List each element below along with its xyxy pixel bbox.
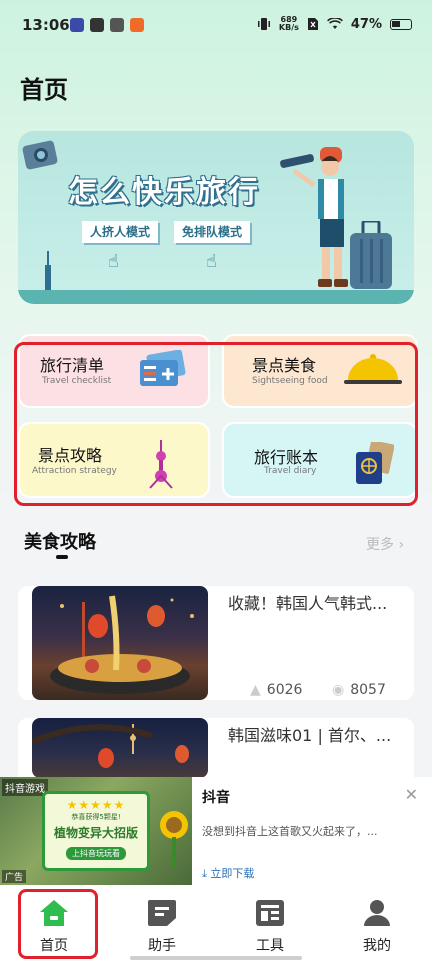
net-speed: 689 KB/s xyxy=(279,16,299,32)
app-notification-icon xyxy=(90,18,104,32)
ad-game-board: ★★★★★ 恭喜获得5颗星! 植物变异大招版 上抖音玩玩看 xyxy=(42,791,150,871)
ad-brand-tag: 抖音游戏 xyxy=(2,779,48,796)
pointer-hand-icon: ☝ xyxy=(206,251,217,272)
tools-icon xyxy=(256,900,284,926)
notification-icons xyxy=(70,18,144,32)
article-thumbnail xyxy=(32,586,208,700)
camera-icon xyxy=(22,140,58,170)
article-card[interactable]: 韩国滋味01 | 首尔、... xyxy=(18,718,414,778)
pointer-hand-icon: ☝ xyxy=(108,251,119,272)
article-card[interactable]: 收藏！韩国人气韩式... ▲ 6026 ◉ 8057 xyxy=(18,586,414,700)
eye-icon: ◉ xyxy=(332,682,345,698)
assistant-icon xyxy=(148,900,176,926)
chevron-right-icon: › xyxy=(398,537,405,553)
sim-icon xyxy=(307,18,318,30)
article-title: 韩国滋味01 | 首尔、... xyxy=(228,726,392,745)
app-notification-icon xyxy=(130,18,144,32)
hero-banner[interactable]: 怎么快乐旅行 人挤人模式 免排队模式 ☝ ☝ xyxy=(18,131,414,304)
nav-label: 助手 xyxy=(148,938,176,954)
section-title: 美食攻略 xyxy=(24,532,96,553)
city-photo-illustration xyxy=(32,724,189,768)
app-notification-icon xyxy=(70,18,84,32)
banner-ground xyxy=(18,290,414,304)
ad-image-headline: 植物变异大招版 xyxy=(53,826,138,840)
more-label: 更多 xyxy=(366,537,394,553)
suitcase-illustration xyxy=(350,221,392,296)
no-queue-mode-button[interactable]: 免排队模式 xyxy=(174,221,251,243)
net-speed-unit: KB/s xyxy=(278,23,299,32)
nav-label: 工具 xyxy=(256,938,284,954)
gesture-bar[interactable] xyxy=(130,956,302,960)
profile-icon xyxy=(364,900,390,926)
ad-image-cta: 上抖音玩玩看 xyxy=(66,847,126,860)
view-count: 6026 xyxy=(266,682,303,698)
quick-links-highlight xyxy=(14,342,418,506)
ad-download-label: 立即下载 xyxy=(210,867,255,880)
article-thumbnail xyxy=(32,718,208,778)
ad-image[interactable]: 抖音游戏 ★★★★★ 恭喜获得5颗星! 植物变异大招版 上抖音玩玩看 广告 xyxy=(0,777,192,885)
ad-image-caption: 恭喜获得5颗星! xyxy=(71,813,121,821)
close-icon[interactable]: ✕ xyxy=(405,785,418,804)
rating-stars-icon: ★★★★★ xyxy=(66,798,126,812)
ad-banner[interactable]: 抖音游戏 ★★★★★ 恭喜获得5颗星! 植物变异大招版 上抖音玩玩看 广告 抖音… xyxy=(0,777,432,885)
nav-item-tools[interactable]: 工具 xyxy=(235,899,305,955)
battery-icon xyxy=(390,18,412,30)
page-title: 首页 xyxy=(20,76,68,104)
tower-icon xyxy=(45,251,51,295)
like-count: 8057 xyxy=(350,682,386,698)
app-notification-icon xyxy=(110,18,124,32)
food-photo-illustration xyxy=(50,595,194,694)
battery-percent: 47% xyxy=(350,16,382,32)
section-underline xyxy=(56,555,68,559)
more-link[interactable]: 更多 › xyxy=(366,534,404,554)
wifi-icon xyxy=(326,18,343,29)
heat-stat: ▲ 6026 xyxy=(250,682,302,698)
ad-title: 抖音 xyxy=(202,790,230,806)
status-right: 689 KB/s 47% xyxy=(257,16,412,32)
nav-item-mine[interactable]: 我的 xyxy=(342,899,412,955)
article-title: 收藏！韩国人气韩式... xyxy=(228,594,388,613)
ad-label: 广告 xyxy=(2,870,27,883)
ad-download-link[interactable]: ⤓ 立即下载 xyxy=(202,865,254,881)
download-icon: ⤓ xyxy=(202,867,207,880)
status-time: 13:06 xyxy=(22,16,70,34)
sunflower-icon xyxy=(160,811,188,867)
vibrate-icon xyxy=(257,18,270,30)
nav-label: 我的 xyxy=(363,938,391,954)
like-stat: ◉ 8057 xyxy=(332,682,386,698)
banner-title: 怎么快乐旅行 xyxy=(68,175,260,210)
ad-description: 没想到抖音上这首歌又火起来了，... xyxy=(202,825,378,838)
status-bar: 13:06 689 KB/s 47% xyxy=(0,0,432,52)
crowded-mode-button[interactable]: 人挤人模式 xyxy=(82,221,159,243)
home-nav-highlight xyxy=(18,889,98,959)
nav-item-assistant[interactable]: 助手 xyxy=(127,899,197,955)
flame-icon: ▲ xyxy=(250,682,261,698)
